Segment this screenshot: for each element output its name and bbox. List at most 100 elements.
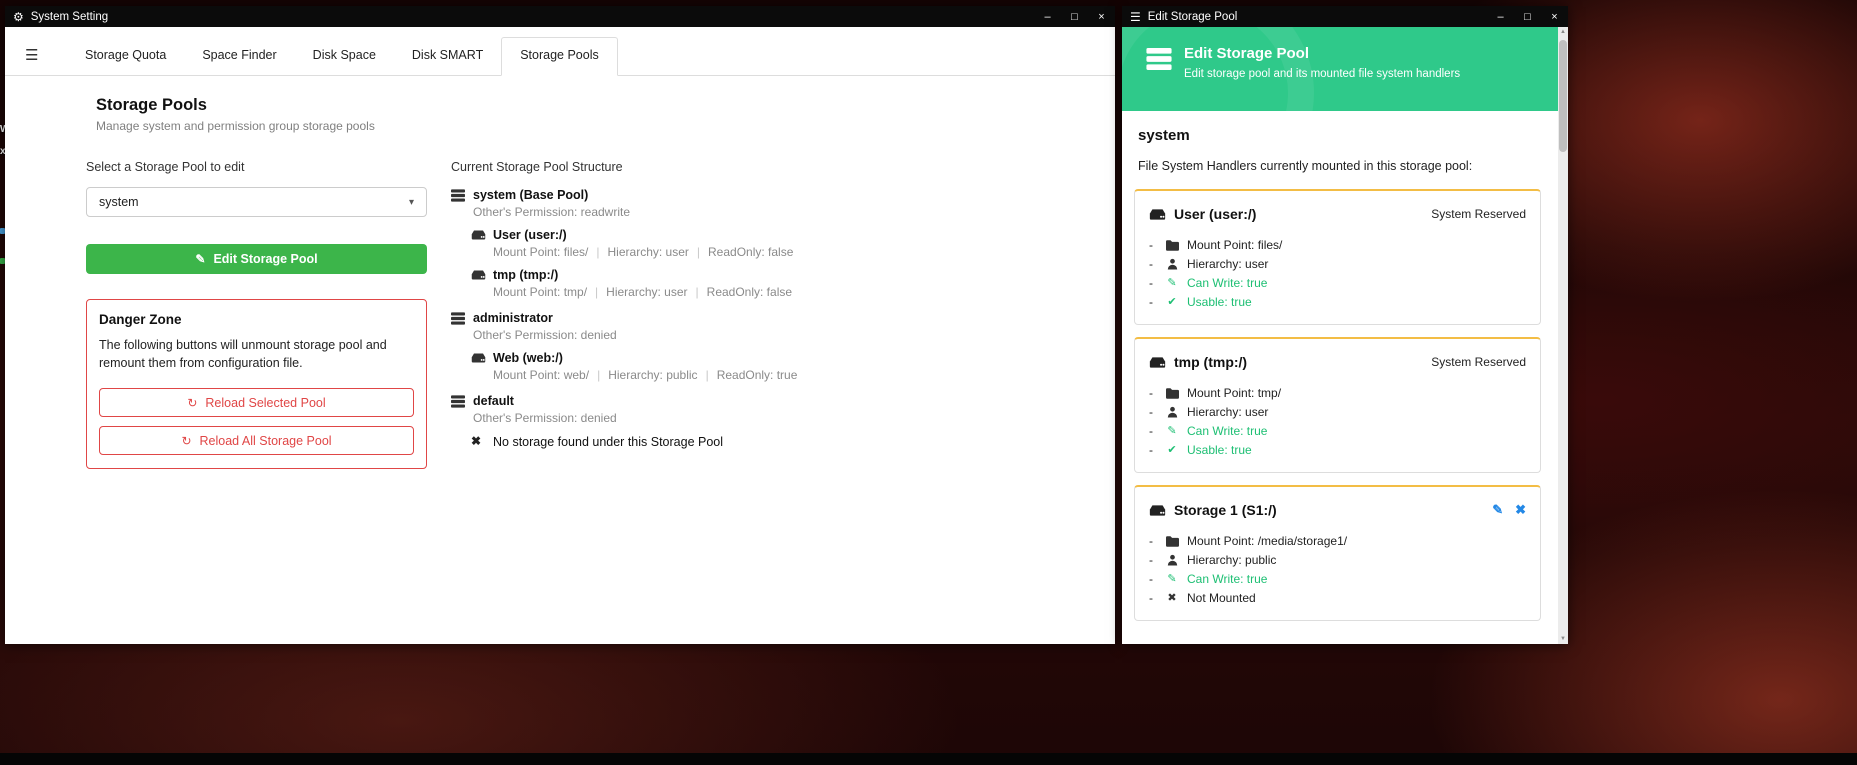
fs-handler-card-user: User (user:/) System Reserved Mount Poin… [1134, 189, 1541, 325]
pool-name: default [473, 394, 617, 409]
handler-mount-point: Mount Point: tmp/ [1149, 383, 1526, 402]
close-button[interactable]: × [1088, 6, 1115, 27]
tab-disk-space[interactable]: Disk Space [295, 38, 394, 75]
maximize-button[interactable]: □ [1514, 6, 1541, 27]
minimize-button[interactable]: – [1034, 6, 1061, 27]
window-controls: – □ × [1487, 6, 1568, 27]
tab-space-finder[interactable]: Space Finder [184, 38, 294, 75]
reload-all-pool-button[interactable]: ↻ Reload All Storage Pool [99, 426, 414, 455]
refresh-icon: ↻ [181, 434, 191, 448]
edit-storage-pool-button[interactable]: ✎ Edit Storage Pool [86, 244, 427, 274]
handler-can-write: ✎ Can Write: true [1149, 273, 1526, 292]
selected-pool-value: system [99, 195, 139, 209]
reload-all-label: Reload All Storage Pool [200, 434, 332, 448]
storage-pool-tree: system (Base Pool) Other's Permission: r… [451, 188, 797, 450]
tab-storage-quota[interactable]: Storage Quota [67, 38, 184, 75]
storage-pool-select[interactable]: system ▾ [86, 187, 427, 217]
handler-mount-point: Mount Point: files/ [1149, 235, 1526, 254]
user-icon [1165, 405, 1179, 419]
reload-selected-pool-button[interactable]: ↻ Reload Selected Pool [99, 388, 414, 417]
pool-name: administrator [473, 311, 617, 326]
pool-permission: Other's Permission: denied [473, 411, 617, 425]
hdd-icon [471, 228, 486, 259]
fs-handler-card-tmp: tmp (tmp:/) System Reserved Mount Point:… [1134, 337, 1541, 473]
storage-pools-page: Storage Pools Manage system and permissi… [5, 76, 1115, 643]
hdd-icon [1149, 504, 1166, 517]
check-icon: ✔ [1165, 295, 1179, 308]
pool-permission: Other's Permission: denied [473, 328, 617, 342]
server-edit-icon [1146, 45, 1172, 70]
remove-handler-button[interactable]: ✖ [1515, 502, 1526, 518]
empty-pool-text: No storage found under this Storage Pool [493, 434, 723, 450]
close-button[interactable]: × [1541, 6, 1568, 27]
handler-mount-point: Mount Point: /media/storage1/ [1149, 531, 1526, 550]
banner-subtitle: Edit storage pool and its mounted file s… [1184, 68, 1460, 80]
maximize-button[interactable]: □ [1061, 6, 1088, 27]
storage-node-user[interactable]: User (user:/) Mount Point: files/Hierarc… [471, 228, 797, 259]
user-icon [1165, 553, 1179, 567]
edit-button-label: Edit Storage Pool [213, 252, 317, 266]
storage-detail: Mount Point: tmp/Hierarchy: userReadOnly… [493, 285, 792, 299]
refresh-icon: ↻ [187, 396, 197, 410]
desktop: W xt ⚙ System Setting – □ × ☰ Storage Qu… [0, 0, 1857, 765]
danger-zone-title: Danger Zone [99, 312, 414, 327]
edit-icon: ✎ [1165, 424, 1179, 437]
tab-disk-smart[interactable]: Disk SMART [394, 38, 501, 75]
storage-name: Web (web:/) [493, 351, 797, 366]
edit-icon: ✎ [1165, 276, 1179, 289]
hdd-icon [1149, 208, 1166, 221]
edit-storage-pool-window: ☰ Edit Storage Pool – □ × Edit Storage P… [1122, 6, 1568, 644]
scrollbar-thumb[interactable] [1559, 40, 1567, 152]
system-setting-window: ⚙ System Setting – □ × ☰ Storage Quota S… [5, 6, 1115, 644]
reload-selected-label: Reload Selected Pool [205, 396, 325, 410]
server-icon [451, 394, 466, 425]
folder-icon [1165, 238, 1179, 252]
pool-edit-column: Select a Storage Pool to edit system ▾ ✎… [86, 160, 427, 469]
storage-node-tmp[interactable]: tmp (tmp:/) Mount Point: tmp/Hierarchy: … [471, 268, 797, 299]
main-window-title: System Setting [31, 11, 1034, 23]
scrollbar[interactable]: ▲ ▼ [1558, 27, 1568, 644]
storage-node-web[interactable]: Web (web:/) Mount Point: web/Hierarchy: … [471, 351, 797, 382]
main-titlebar: ⚙ System Setting – □ × [5, 6, 1115, 27]
edit-window-body: Edit Storage Pool Edit storage pool and … [1122, 27, 1568, 644]
tab-bar: ☰ Storage Quota Space Finder Disk Space … [5, 27, 1115, 76]
check-icon: ✔ [1165, 443, 1179, 456]
danger-zone: Danger Zone The following buttons will u… [86, 299, 427, 469]
hdd-icon [471, 351, 486, 382]
tab-storage-pools[interactable]: Storage Pools [501, 37, 618, 76]
handlers-label: File System Handlers currently mounted i… [1138, 159, 1552, 173]
handler-name: User (user:/) [1174, 206, 1431, 222]
edit-icon: ✎ [195, 252, 205, 266]
pool-permission: Other's Permission: readwrite [473, 205, 630, 219]
pool-node-administrator[interactable]: administrator Other's Permission: denied [451, 311, 797, 342]
handler-hierarchy: Hierarchy: user [1149, 254, 1526, 273]
handler-usable: ✔ Usable: true [1149, 292, 1526, 311]
scroll-down-icon[interactable]: ▼ [1558, 636, 1568, 642]
folder-icon [1165, 386, 1179, 400]
gear-icon: ⚙ [13, 11, 24, 23]
minimize-button[interactable]: – [1487, 6, 1514, 27]
handler-name: tmp (tmp:/) [1174, 354, 1431, 370]
hdd-icon [471, 268, 486, 299]
hamburger-menu-icon[interactable]: ☰ [1130, 11, 1141, 23]
handler-name: Storage 1 (S1:/) [1174, 502, 1492, 518]
hamburger-menu-icon[interactable]: ☰ [25, 46, 43, 64]
handler-actions: ✎ ✖ [1492, 502, 1526, 518]
user-icon [1165, 257, 1179, 271]
storage-name: tmp (tmp:/) [493, 268, 792, 283]
edit-icon: ✎ [1165, 572, 1179, 585]
system-reserved-badge: System Reserved [1431, 355, 1526, 369]
pool-node-default[interactable]: default Other's Permission: denied [451, 394, 797, 425]
handler-can-write: ✎ Can Write: true [1149, 569, 1526, 588]
page-title: Storage Pools [96, 96, 1115, 115]
pool-node-system[interactable]: system (Base Pool) Other's Permission: r… [451, 188, 797, 219]
storage-name: User (user:/) [493, 228, 793, 243]
page-subtitle: Manage system and permission group stora… [96, 119, 1115, 133]
structure-label: Current Storage Pool Structure [451, 160, 797, 174]
cross-icon: ✖ [1165, 591, 1179, 604]
scroll-up-icon[interactable]: ▲ [1558, 29, 1568, 35]
select-pool-label: Select a Storage Pool to edit [86, 160, 427, 174]
handler-can-write: ✎ Can Write: true [1149, 421, 1526, 440]
taskbar[interactable] [0, 753, 1857, 765]
edit-handler-button[interactable]: ✎ [1492, 502, 1503, 518]
